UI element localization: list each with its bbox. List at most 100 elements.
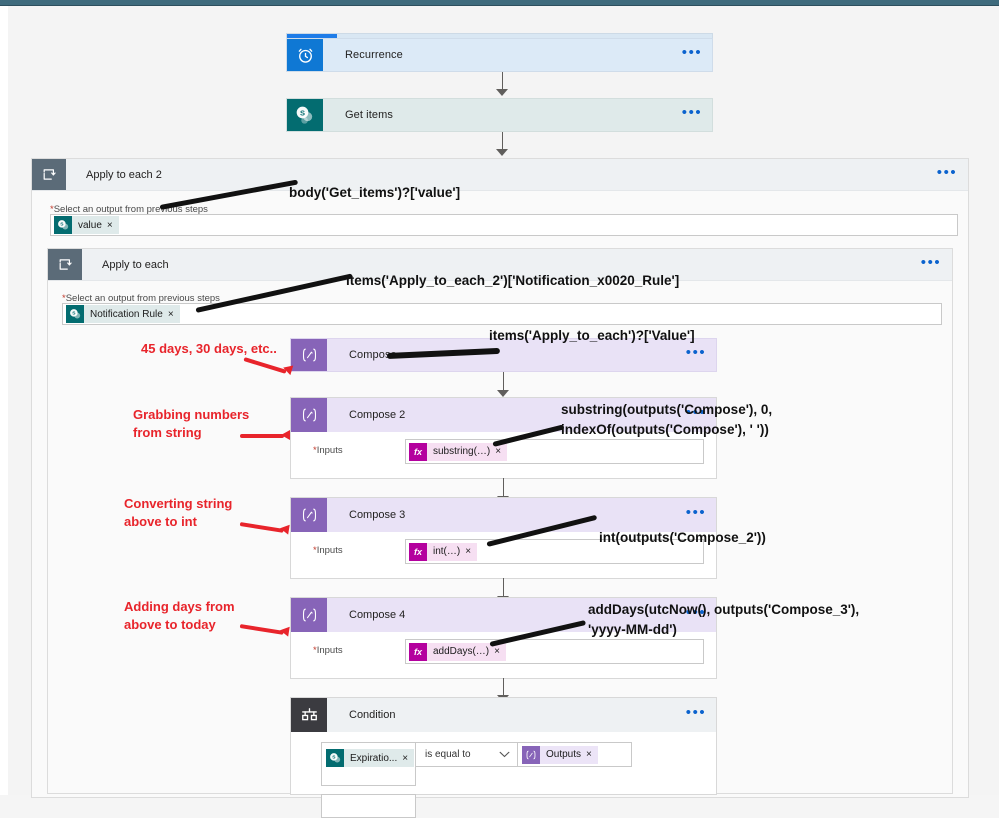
token-chip-adddays-label: addDays(…): [427, 642, 495, 661]
card-compose-2-inputs-field[interactable]: fx substring(…) ×: [405, 439, 704, 464]
annotation-get-items-expression: body('Get_items')?['value']: [289, 185, 461, 200]
compose-icon: [291, 598, 327, 632]
annotation-note-grabbing-line-1: Grabbing numbers: [133, 407, 250, 422]
card-condition-overflow-menu[interactable]: •••: [676, 698, 716, 732]
annotation-adddays-line-2: 'yyyy-MM-dd'): [588, 621, 677, 637]
annotation-red-leader-grabbing: [240, 434, 284, 438]
card-condition-header[interactable]: Condition •••: [291, 698, 716, 732]
annotation-note-days-line-1: 45 days, 30 days, etc..: [141, 341, 277, 356]
card-compose-3-inputs-label: *Inputs: [313, 545, 343, 556]
card-recurrence-title: Recurrence: [323, 39, 672, 71]
card-get-items-title: Get items: [323, 99, 672, 131]
card-recurrence[interactable]: Recurrence •••: [286, 38, 713, 72]
annotation-note-adding-line-1: Adding days from: [124, 599, 235, 614]
annotation-note-adding: Adding days from above to today: [124, 598, 235, 634]
card-condition-title: Condition: [349, 709, 396, 721]
condition-add-row-field[interactable]: [321, 794, 416, 818]
annotation-note-converting-line-1: Converting string: [124, 496, 233, 511]
compose-icon: [522, 745, 540, 764]
connector-arrow-compose2: [497, 390, 509, 397]
compose-icon: [291, 498, 327, 532]
card-compose-3-header[interactable]: Compose 3 •••: [291, 498, 716, 532]
loop-icon: [32, 159, 66, 190]
svg-text:S: S: [300, 109, 305, 118]
sharepoint-icon: S: [326, 749, 344, 767]
fx-icon: fx: [409, 542, 427, 561]
left-rail: [0, 6, 8, 795]
annotation-red-arrow-adding: [279, 625, 290, 637]
token-chip-notification-rule-label: Notification Rule: [84, 305, 168, 323]
connector-compose3-compose4: [503, 578, 504, 598]
annotation-note-converting: Converting string above to int: [124, 495, 232, 531]
token-chip-value[interactable]: S value ×: [54, 216, 119, 234]
token-chip-expiration-label: Expiratio...: [344, 749, 403, 767]
compose-icon: [291, 398, 327, 432]
connector-compose2-compose3: [503, 478, 504, 498]
sharepoint-icon: S: [54, 216, 72, 234]
apply-to-each-output-picker[interactable]: S Notification Rule ×: [62, 303, 942, 325]
annotation-notification-rule-expression: items('Apply_to_each_2')['Notification_x…: [346, 273, 680, 288]
token-chip-notification-rule[interactable]: S Notification Rule ×: [66, 305, 180, 323]
annotation-adddays-line-1: addDays(utcNow(), outputs('Compose_3'),: [588, 602, 860, 617]
scope-apply-to-each-2-title: Apply to each 2: [86, 168, 162, 181]
token-chip-outputs[interactable]: Outputs ×: [522, 745, 598, 764]
annotation-int-expression: int(outputs('Compose_2')): [599, 530, 766, 545]
fx-icon: fx: [409, 642, 427, 661]
condition-row: S Expiratio... × is equal to Outputs ×: [321, 742, 632, 786]
connector-compose-compose2: [503, 372, 504, 392]
card-compose-4-inputs-field[interactable]: fx addDays(…) ×: [405, 639, 704, 664]
card-get-items[interactable]: S Get items •••: [286, 98, 713, 132]
annotation-compose-value-expression: items('Apply_to_each')?['Value']: [489, 328, 695, 343]
chevron-down-icon: [499, 751, 510, 758]
card-get-items-overflow-menu[interactable]: •••: [672, 99, 712, 131]
condition-icon: [291, 698, 327, 732]
condition-right-operand-field[interactable]: Outputs ×: [518, 742, 632, 767]
condition-left-operand-field[interactable]: S Expiratio... ×: [321, 742, 416, 786]
token-chip-outputs-remove[interactable]: ×: [586, 745, 598, 764]
compose-icon: [291, 339, 327, 371]
token-chip-outputs-label: Outputs: [540, 745, 587, 764]
sharepoint-icon: S: [287, 99, 323, 131]
card-compose-3-overflow-menu[interactable]: •••: [676, 498, 716, 532]
annotation-note-grabbing-line-2: from string: [133, 425, 202, 441]
token-chip-int-label: int(…): [427, 542, 466, 561]
scope-apply-to-each-overflow-menu[interactable]: •••: [910, 249, 952, 280]
annotation-note-days: 45 days, 30 days, etc..: [141, 340, 277, 358]
app-top-bar-edge: [0, 5, 999, 6]
inputs-label-text: Inputs: [316, 645, 343, 656]
annotation-substring-line-1: substring(outputs('Compose'), 0,: [561, 402, 773, 417]
condition-operator-dropdown[interactable]: is equal to: [416, 742, 518, 767]
annotation-note-adding-line-2: above to today: [124, 617, 216, 633]
scope-apply-to-each-2-header[interactable]: Apply to each 2 •••: [32, 159, 968, 191]
annotation-note-converting-line-2: above to int: [124, 514, 197, 530]
card-recurrence-overflow-menu[interactable]: •••: [672, 39, 712, 71]
annotation-substring-expression: substring(outputs('Compose'), 0, indexOf…: [561, 400, 772, 439]
card-condition[interactable]: Condition ••• S Expiratio... × is equal …: [290, 697, 717, 818]
card-condition-body: S Expiratio... × is equal to Outputs ×: [291, 732, 716, 818]
token-chip-int[interactable]: fx int(…) ×: [409, 542, 478, 561]
sharepoint-icon: S: [66, 305, 84, 323]
token-chip-int-remove[interactable]: ×: [465, 542, 478, 561]
annotation-note-grabbing: Grabbing numbers from string: [133, 406, 249, 442]
annotation-substring-line-2: indexOf(outputs('Compose'), ' ')): [561, 421, 769, 437]
annotation-adddays-expression: addDays(utcNow(), outputs('Compose_3'), …: [588, 600, 859, 639]
token-chip-substring-label: substring(…): [427, 442, 496, 461]
connector-arrow-getitems: [496, 89, 508, 96]
scope-apply-to-each-2-overflow-menu[interactable]: •••: [926, 159, 968, 190]
connector-arrow-scope: [496, 149, 508, 156]
annotation-red-arrow-converting: [279, 523, 290, 535]
card-compose-2-inputs-label: *Inputs: [313, 445, 343, 456]
token-chip-value-remove[interactable]: ×: [106, 216, 119, 234]
token-chip-expiration[interactable]: S Expiratio... ×: [326, 749, 415, 767]
card-compose-3-title: Compose 3: [349, 509, 406, 521]
alarm-clock-icon: [287, 39, 323, 71]
apply-to-each-2-output-picker[interactable]: S value ×: [50, 214, 958, 236]
token-chip-notification-rule-remove[interactable]: ×: [167, 305, 180, 323]
annotation-red-arrow-grabbing: [281, 430, 290, 440]
token-chip-expiration-remove[interactable]: ×: [402, 749, 415, 767]
inputs-label-text: Inputs: [316, 545, 343, 556]
loop-icon: [48, 249, 82, 280]
inputs-label-text: Inputs: [316, 445, 343, 456]
fx-icon: fx: [409, 442, 427, 461]
condition-operator-label: is equal to: [425, 749, 471, 760]
